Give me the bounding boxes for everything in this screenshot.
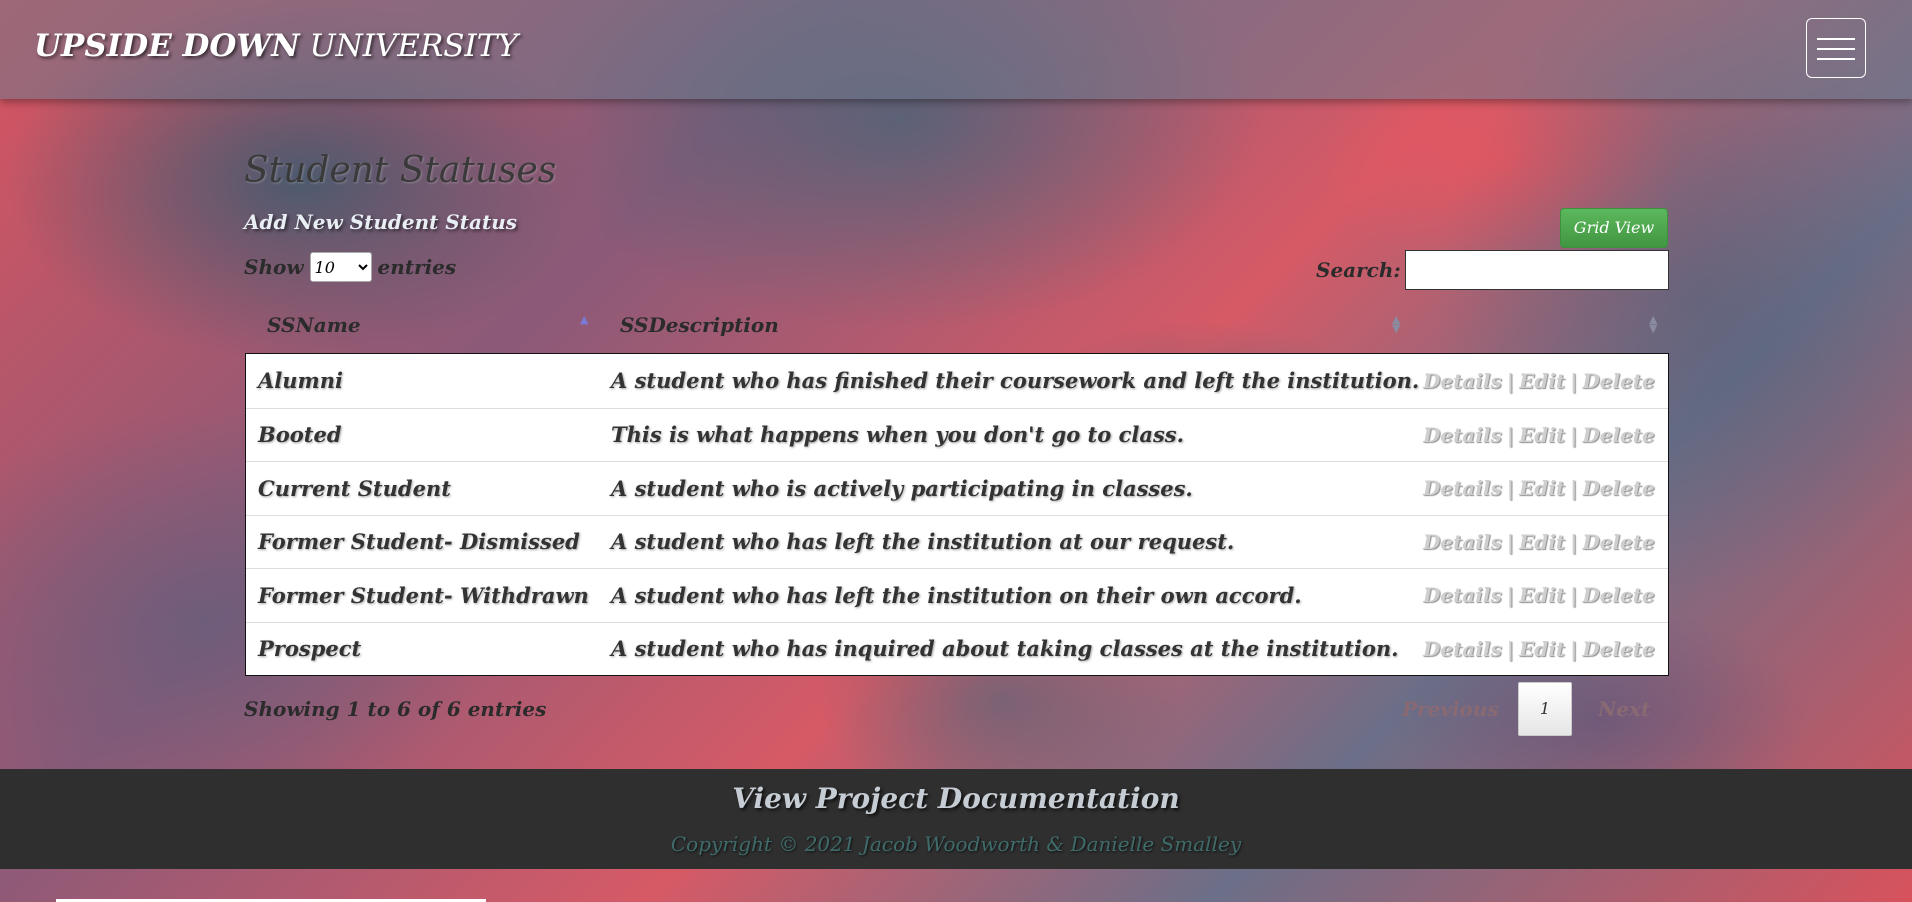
cell-ssname: Former Student- Withdrawn [258,582,589,608]
cell-actions: Details | Edit | Delete [1423,623,1655,676]
action-separator: | [1570,583,1578,608]
cell-ssdescription: This is what happens when you don't go t… [611,422,1184,448]
action-separator: | [1570,636,1578,661]
cell-actions: Details | Edit | Delete [1423,516,1655,569]
delete-link[interactable]: Delete [1582,476,1654,500]
sort-both-icon[interactable]: ▲ ▼ [1649,314,1657,334]
grid-view-button[interactable]: Grid View [1560,208,1668,248]
table-body: Alumni A student who has finished their c… [245,353,1669,676]
column-header-ssdescription[interactable]: SSDescription [620,305,779,353]
hamburger-bar [1817,58,1855,60]
delete-link[interactable]: Delete [1582,423,1654,447]
delete-link[interactable]: Delete [1582,530,1654,554]
cell-ssdescription: A student who has left the institution o… [611,582,1302,608]
delete-link[interactable]: Delete [1582,583,1654,607]
cell-actions: Details | Edit | Delete [1423,354,1655,408]
entries-label: entries [377,255,457,279]
cell-ssname: Booted [258,422,342,448]
copyright-text: Copyright © 2021 Jacob Woodworth & Danie… [670,832,1242,856]
table-row: Alumni A student who has finished their c… [246,354,1668,408]
page-title: Student Statuses [244,150,557,191]
entries-select[interactable]: 10 [309,252,372,282]
edit-link[interactable]: Edit [1519,583,1565,607]
cell-ssdescription: A student who has left the institution a… [611,529,1235,555]
cell-actions: Details | Edit | Delete [1423,569,1655,622]
edit-link[interactable]: Edit [1519,530,1565,554]
hamburger-bar [1817,48,1855,50]
table-info: Showing 1 to 6 of 6 entries [244,697,547,721]
sort-both-icon[interactable]: ▲ ▼ [1392,314,1400,334]
hamburger-icon[interactable] [1806,18,1866,78]
footer: View Project Documentation Copyright © 2… [0,769,1912,869]
brand-bold-text: UPSIDE DOWN [34,28,300,64]
details-link[interactable]: Details [1423,369,1502,393]
sort-asc-icon[interactable]: ▲ [580,314,588,325]
project-documentation-link[interactable]: View Project Documentation [0,782,1912,815]
cell-ssname: Former Student- Dismissed [258,529,580,555]
details-link[interactable]: Details [1423,423,1502,447]
action-separator: | [1506,368,1515,393]
action-separator: | [1506,583,1515,608]
edit-link[interactable]: Edit [1519,423,1565,447]
search-input[interactable] [1405,250,1669,290]
next-page-button[interactable]: Next [1598,697,1650,721]
edit-link[interactable]: Edit [1519,637,1565,661]
delete-link[interactable]: Delete [1582,369,1654,393]
delete-link[interactable]: Delete [1582,637,1654,661]
edit-link[interactable]: Edit [1519,476,1565,500]
table-row: Booted This is what happens when you don'… [246,407,1668,462]
cell-ssdescription: A student who is actively participating … [611,475,1193,501]
edit-link[interactable]: Edit [1519,369,1565,393]
details-link[interactable]: Details [1423,637,1502,661]
length-control: Show 10 entries [244,252,456,282]
previous-page-button[interactable]: Previous [1402,697,1499,721]
show-label: Show [244,255,304,279]
action-separator: | [1570,422,1578,447]
column-header-ssname[interactable]: SSName [267,305,361,353]
hamburger-bar [1817,38,1855,40]
action-separator: | [1570,368,1578,393]
add-new-status-link[interactable]: Add New Student Status [244,210,517,234]
details-link[interactable]: Details [1423,476,1502,500]
brand-light-text: UNIVERSITY [309,28,518,64]
details-link[interactable]: Details [1423,530,1502,554]
action-separator: | [1506,422,1515,447]
cell-ssdescription: A student who has finished their coursew… [611,368,1420,394]
table-header: SSName ▲ SSDescription ▲ ▼ ▲ ▼ [245,305,1669,353]
cell-actions: Details | Edit | Delete [1423,462,1655,515]
brand-link[interactable]: UPSIDE DOWN UNIVERSITY [34,28,518,64]
cell-ssdescription: A student who has inquired about taking … [611,636,1399,662]
page-button-current[interactable]: 1 [1518,682,1572,736]
details-link[interactable]: Details [1423,583,1502,607]
action-separator: | [1570,476,1578,501]
action-separator: | [1506,529,1515,554]
table-row: Former Student- Withdrawn A student who h… [246,568,1668,622]
action-separator: | [1506,476,1515,501]
table-row: Former Student- Dismissed A student who h… [246,514,1668,569]
search-label: Search: [1316,258,1401,282]
action-separator: | [1570,529,1578,554]
table-row: Current Student A student who is actively… [246,461,1668,515]
cell-actions: Details | Edit | Delete [1423,409,1655,462]
navbar: UPSIDE DOWN UNIVERSITY [0,0,1912,99]
cell-ssname: Alumni [258,368,344,394]
cell-ssname: Current Student [258,475,451,501]
table-row: Prospect A student who has inquired about… [246,621,1668,676]
action-separator: | [1506,636,1515,661]
cell-ssname: Prospect [258,636,362,662]
